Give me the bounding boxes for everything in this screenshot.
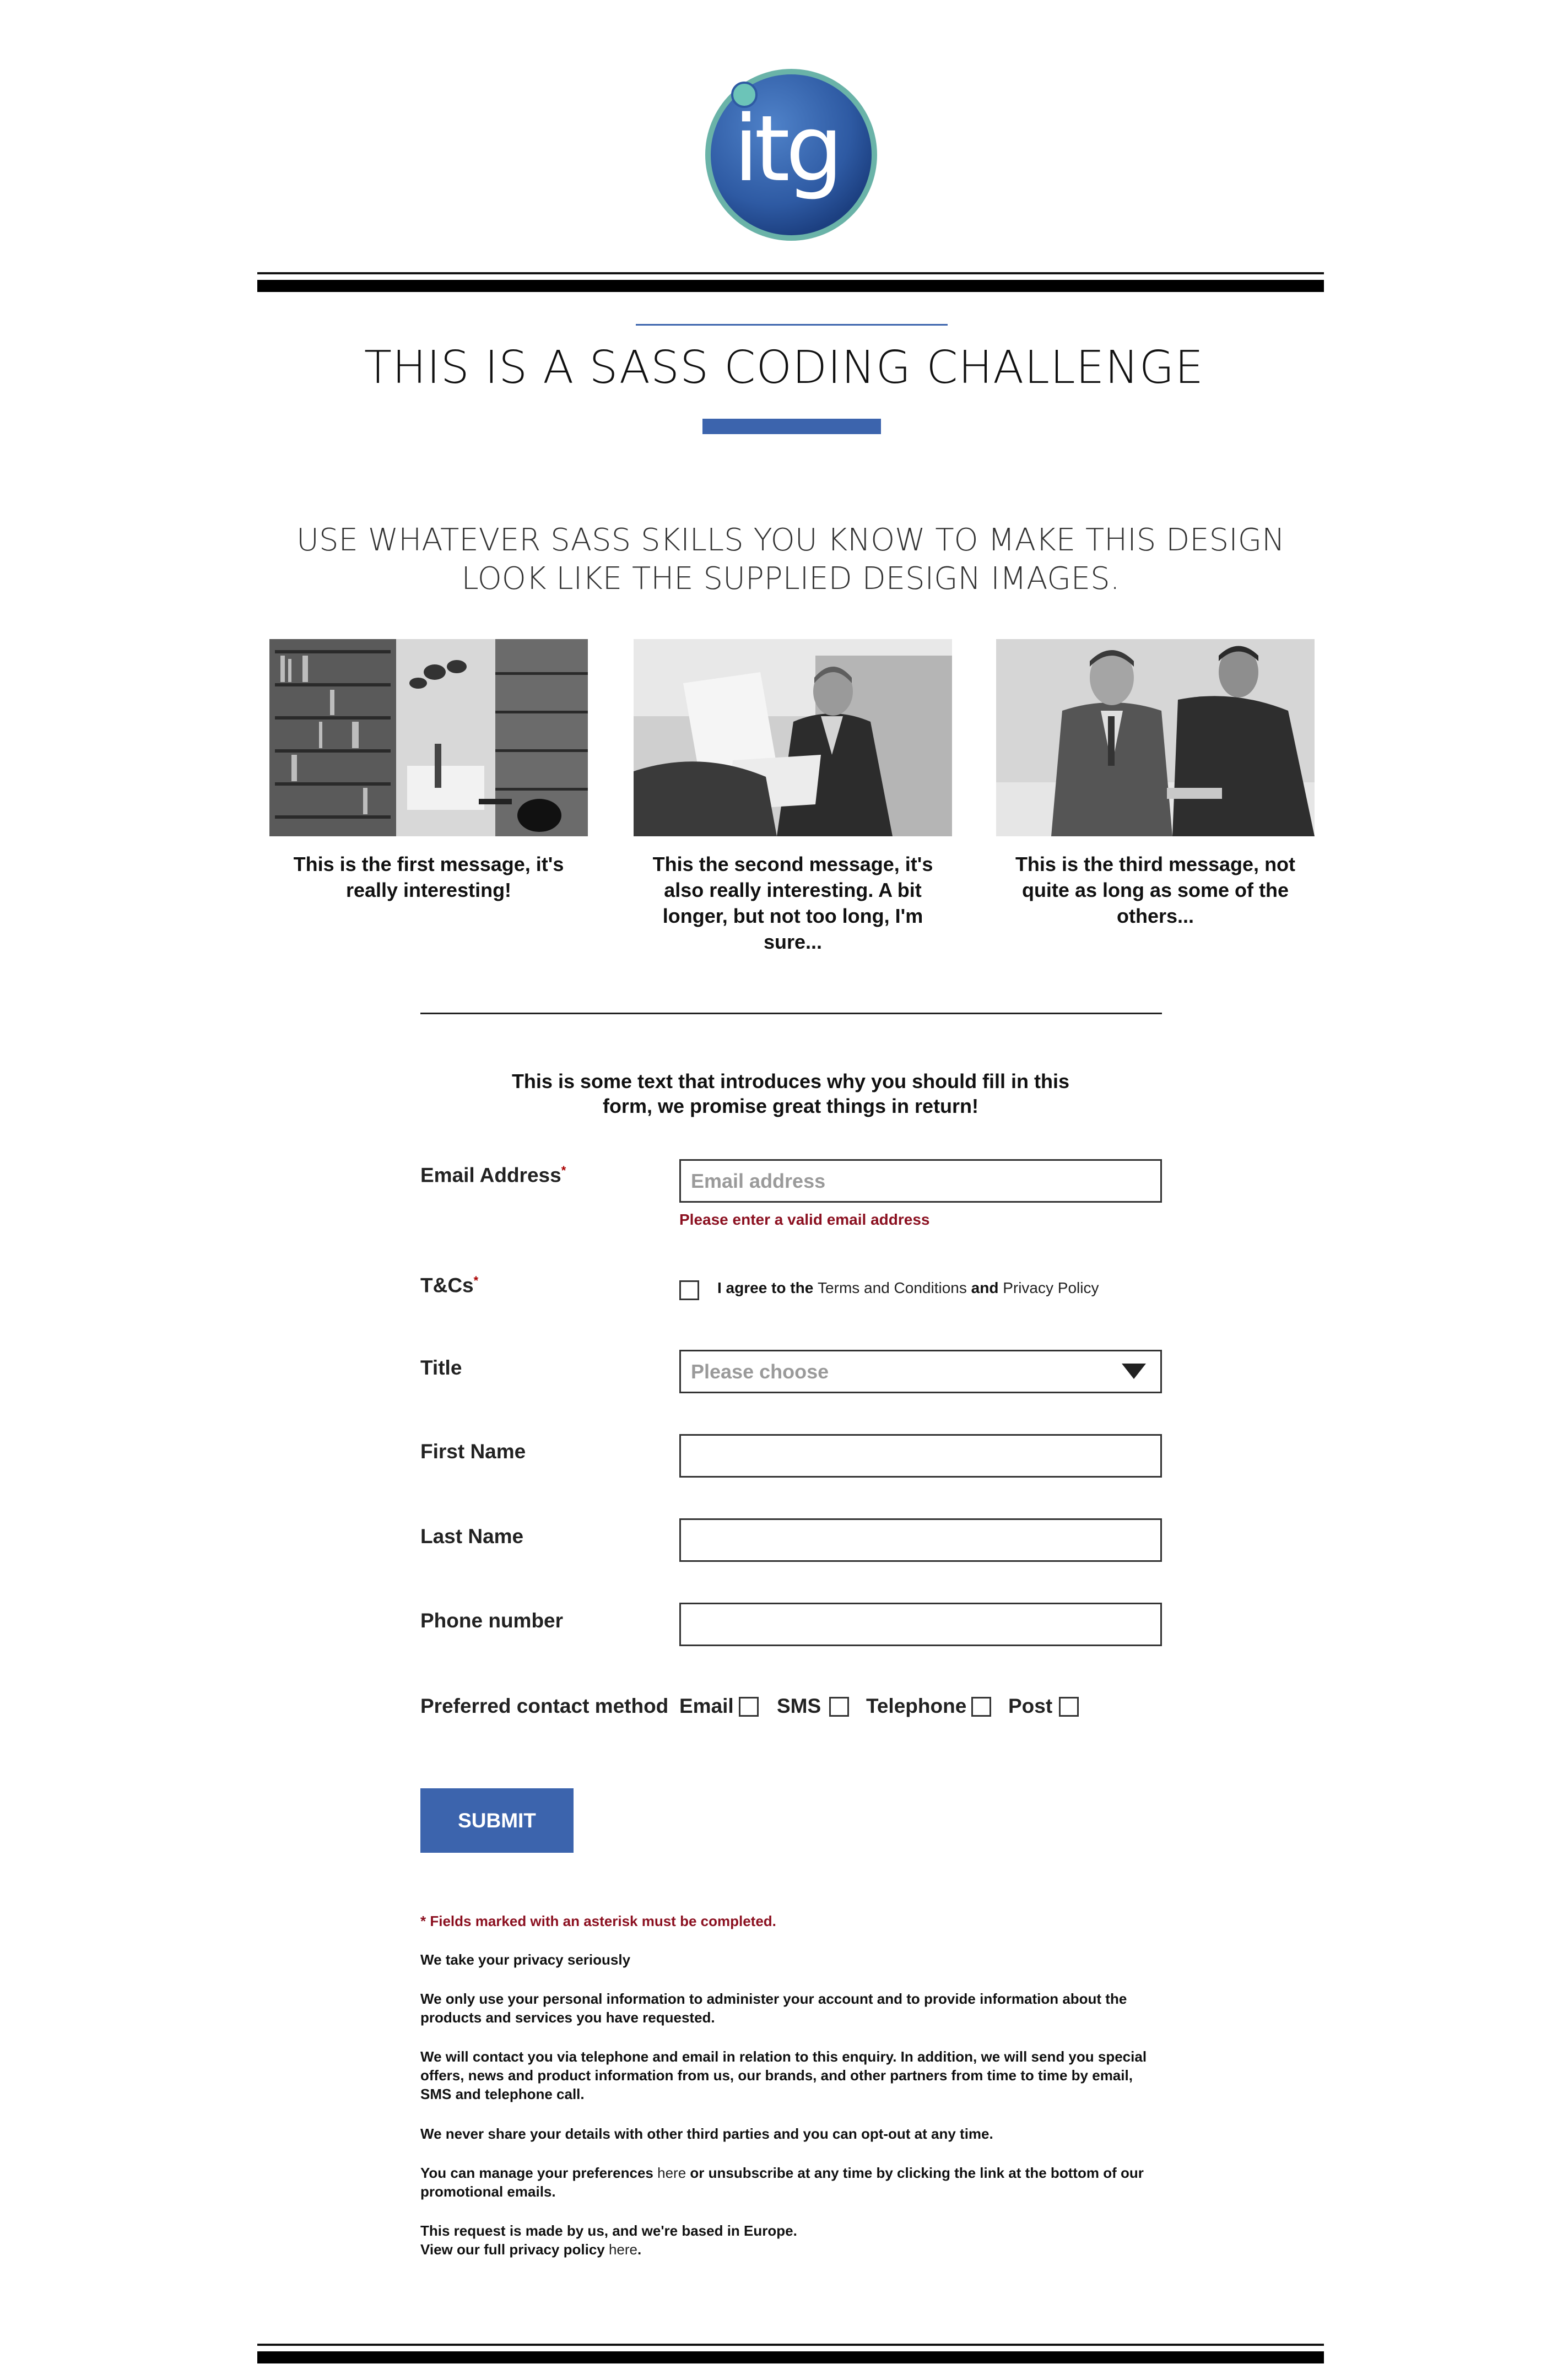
title-select[interactable]: Please choose xyxy=(679,1350,1162,1393)
privacy-paragraph-1: We only use your personal information to… xyxy=(420,1990,1127,2026)
required-mark: * xyxy=(561,1164,566,1177)
contact-option-telephone-label: Telephone xyxy=(866,1695,967,1717)
required-mark: * xyxy=(473,1274,479,1288)
email-error: Please enter a valid email address xyxy=(679,1211,930,1228)
email-placeholder: Email address xyxy=(691,1170,826,1192)
page-subtitle: USE WHATEVER SASS SKILLS YOU KNOW TO MAK… xyxy=(296,522,1285,597)
tcs-text-and: and xyxy=(966,1279,1003,1296)
privacy-policy-here-link[interactable]: here xyxy=(609,2241,637,2258)
card-message: This is the third message, not quite as … xyxy=(1015,853,1296,927)
last-name-label: Last Name xyxy=(420,1525,524,1548)
page-title: THIS IS A SASS CODING CHALLENGE xyxy=(364,342,1204,394)
contact-option-email-label: Email xyxy=(679,1695,734,1717)
submit-button[interactable]: SUBMIT xyxy=(420,1788,574,1853)
email-field[interactable]: Email address xyxy=(679,1159,1162,1203)
tcs-text: I agree to the Terms and Conditions and … xyxy=(717,1279,1099,1297)
business-meeting-photo xyxy=(996,639,1315,836)
p5-line-2-after: . xyxy=(637,2241,642,2258)
itg-logo: itg xyxy=(705,69,877,241)
p5-line-1: This request is made by us, and we're ba… xyxy=(420,2222,797,2239)
card-message: This is the first message, it's really i… xyxy=(293,853,564,901)
section-divider xyxy=(420,1013,1162,1014)
required-note-text: Fields marked with an asterisk must be c… xyxy=(426,1913,776,1929)
privacy-paragraph-3: We never share your details with other t… xyxy=(420,2125,993,2142)
privacy-policy-link[interactable]: Privacy Policy xyxy=(1003,1279,1099,1296)
phone-label: Phone number xyxy=(420,1609,564,1632)
chevron-down-icon xyxy=(1122,1364,1146,1379)
title-underline-bar xyxy=(702,419,881,434)
required-mark: * xyxy=(420,1913,426,1929)
tcs-text-before: I agree to the xyxy=(717,1279,818,1296)
privacy-paragraph-5: This request is made by us, and we're ba… xyxy=(420,2221,1162,2259)
contact-sms-checkbox[interactable] xyxy=(829,1697,849,1717)
tcs-label-text: T&Cs xyxy=(420,1274,474,1297)
email-label: Email Address* xyxy=(420,1164,566,1187)
last-name-field[interactable] xyxy=(679,1518,1162,1562)
contact-option-sms-label: SMS xyxy=(777,1695,821,1717)
privacy-paragraph-2: We will contact you via telephone and em… xyxy=(420,2048,1147,2102)
message-card: This is the first message, it's really i… xyxy=(269,639,588,903)
p5-line-2-before: View our full privacy policy xyxy=(420,2241,609,2258)
terms-link[interactable]: Terms and Conditions xyxy=(818,1279,967,1296)
first-name-field[interactable] xyxy=(679,1434,1162,1478)
header-rule-thick xyxy=(257,280,1324,292)
contact-method-label: Preferred contact method xyxy=(420,1695,669,1717)
title-label: Title xyxy=(420,1356,462,1379)
email-label-text: Email Address xyxy=(420,1164,561,1187)
tcs-checkbox[interactable] xyxy=(679,1280,699,1300)
contact-option-post-label: Post xyxy=(1008,1695,1053,1717)
title-top-line xyxy=(636,324,948,326)
p4-text-before: You can manage your preferences xyxy=(420,2165,658,2181)
library-interior-photo xyxy=(269,639,588,836)
message-card: This the second message, it's also reall… xyxy=(634,639,952,955)
form-intro: This is some text that introduces why yo… xyxy=(511,1070,1070,1117)
contact-telephone-checkbox[interactable] xyxy=(971,1697,991,1717)
logo-text: itg xyxy=(733,96,839,202)
message-card: This is the third message, not quite as … xyxy=(996,639,1315,929)
title-selected-value: Please choose xyxy=(691,1360,829,1383)
contact-email-checkbox[interactable] xyxy=(739,1697,759,1717)
first-name-label: First Name xyxy=(420,1440,526,1463)
card-message: This the second message, it's also reall… xyxy=(652,853,933,953)
contact-post-checkbox[interactable] xyxy=(1059,1697,1079,1717)
header-rule-thin xyxy=(257,272,1324,274)
tcs-label: T&Cs* xyxy=(420,1274,478,1297)
footer-rule-thin xyxy=(257,2344,1324,2346)
preferences-link[interactable]: here xyxy=(657,2165,686,2181)
privacy-heading: We take your privacy seriously xyxy=(420,1951,631,1968)
footer-rule-thick xyxy=(257,2351,1324,2363)
businessman-reading-photo xyxy=(634,639,952,836)
required-fields-note: * Fields marked with an asterisk must be… xyxy=(420,1912,1162,1930)
phone-field[interactable] xyxy=(679,1603,1162,1646)
privacy-paragraph-4: You can manage your preferences here or … xyxy=(420,2163,1162,2201)
